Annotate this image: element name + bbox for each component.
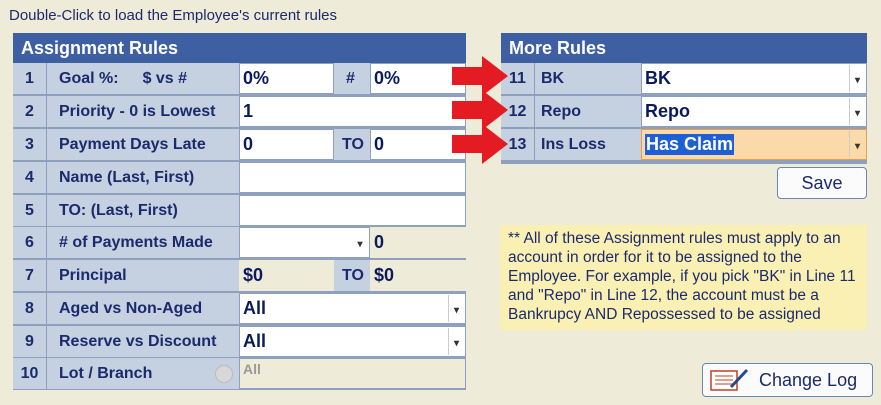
rule-label: Lot / Branch	[47, 358, 239, 389]
name-to-input[interactable]	[239, 195, 466, 226]
rule-label: Goal %: $ vs #	[47, 63, 239, 94]
rule-label: # of Payments Made	[47, 227, 239, 258]
rule-row-7: 7 Principal $0 TO $0	[13, 260, 466, 291]
arrow-icon	[452, 124, 508, 164]
change-log-label: Change Log	[759, 369, 858, 390]
ins-loss-value: Has Claim	[645, 134, 735, 155]
rule-row-12: 12 Repo Repo ▾	[501, 96, 867, 127]
days-late-from-input[interactable]: 0	[239, 129, 334, 160]
bk-value: BK	[645, 68, 671, 88]
row-number: 8	[13, 293, 47, 324]
chevron-down-icon[interactable]: ▾	[352, 229, 368, 256]
rule-row-10: 10 Lot / Branch All	[13, 358, 466, 389]
row-number: 2	[13, 96, 47, 127]
rule-row-2: 2 Priority - 0 is Lowest 1	[13, 96, 466, 127]
chevron-down-icon[interactable]: ▾	[849, 65, 865, 92]
rule-row-9: 9 Reserve vs Discount All ▾	[13, 326, 466, 357]
instruction-text: Double-Click to load the Employee's curr…	[9, 7, 338, 24]
row-number: 6	[13, 227, 47, 258]
to-label: TO	[334, 129, 370, 160]
more-rules-grid: 11 BK BK ▾ 12 Repo Repo ▾ 13 Ins Loss Ha…	[501, 63, 867, 164]
more-rules-header: More Rules	[501, 33, 867, 63]
rule-row-11: 11 BK BK ▾	[501, 63, 867, 94]
row-number: 7	[13, 260, 47, 291]
rule-row-6: 6 # of Payments Made ▾ 0	[13, 227, 466, 258]
assignment-rules-grid: 1 Goal %: $ vs # 0% # 0% 2 Priority - 0 …	[13, 63, 466, 390]
chevron-down-icon[interactable]: ▾	[448, 328, 464, 355]
rules-note: ** All of these Assignment rules must ap…	[500, 225, 867, 330]
rule-label: Ins Loss	[535, 129, 641, 160]
rule-row-13: 13 Ins Loss Has Claim ▾	[501, 129, 867, 160]
save-button[interactable]: Save	[777, 167, 867, 199]
change-log-button[interactable]: Change Log	[702, 363, 873, 397]
row-number: 9	[13, 326, 47, 357]
priority-input[interactable]: 1	[239, 96, 466, 127]
repo-value: Repo	[645, 101, 690, 121]
row-number: 3	[13, 129, 47, 160]
repo-dropdown[interactable]: Repo ▾	[641, 96, 867, 127]
rule-label: Aged vs Non-Aged	[47, 293, 239, 324]
name-from-input[interactable]	[239, 162, 466, 193]
rule-label: Repo	[535, 96, 641, 127]
aged-dropdown[interactable]: All ▾	[239, 293, 466, 324]
row-number: 10	[13, 358, 47, 389]
goal-label: Goal %:	[59, 69, 119, 87]
chevron-down-icon[interactable]: ▾	[849, 98, 865, 125]
rule-label: BK	[535, 63, 641, 94]
goal-dollar-input[interactable]: 0%	[239, 63, 334, 94]
lot-branch-label: Lot / Branch	[59, 364, 153, 382]
goal-sublabel: $ vs #	[142, 69, 188, 87]
to-label: TO	[334, 260, 370, 291]
bk-dropdown[interactable]: BK ▾	[641, 63, 867, 94]
chevron-down-icon[interactable]: ▾	[448, 295, 464, 322]
row-number: 4	[13, 162, 47, 193]
rule-label: Principal	[47, 260, 239, 291]
rule-row-5: 5 TO: (Last, First)	[13, 195, 466, 226]
rule-row-4: 4 Name (Last, First)	[13, 162, 466, 193]
reserve-value: All	[243, 331, 267, 351]
rule-label: TO: (Last, First)	[47, 195, 239, 226]
assignment-rules-header: Assignment Rules	[13, 33, 466, 63]
lot-branch-field[interactable]: All	[239, 358, 466, 389]
rule-row-8: 8 Aged vs Non-Aged All ▾	[13, 293, 466, 324]
notepad-edit-icon	[710, 368, 749, 391]
chevron-down-icon[interactable]: ▾	[849, 131, 865, 158]
rule-label: Reserve vs Discount	[47, 326, 239, 357]
rule-label: Priority - 0 is Lowest	[47, 96, 239, 127]
ins-loss-dropdown[interactable]: Has Claim ▾	[641, 129, 867, 160]
goal-count-label: #	[334, 63, 370, 94]
aged-value: All	[243, 298, 267, 318]
payments-made-input[interactable]: 0	[370, 227, 466, 258]
principal-from-input[interactable]: $0	[239, 260, 334, 291]
rule-label: Payment Days Late	[47, 129, 239, 160]
payments-made-dropdown[interactable]: ▾	[239, 227, 370, 258]
reserve-dropdown[interactable]: All ▾	[239, 326, 466, 357]
rule-row-1: 1 Goal %: $ vs # 0% # 0%	[13, 63, 466, 94]
lookup-icon[interactable]	[215, 365, 233, 383]
row-number: 5	[13, 195, 47, 226]
row-number: 1	[13, 63, 47, 94]
rule-label: Name (Last, First)	[47, 162, 239, 193]
rule-row-3: 3 Payment Days Late 0 TO 0	[13, 129, 466, 160]
principal-to-input[interactable]: $0	[370, 260, 466, 291]
